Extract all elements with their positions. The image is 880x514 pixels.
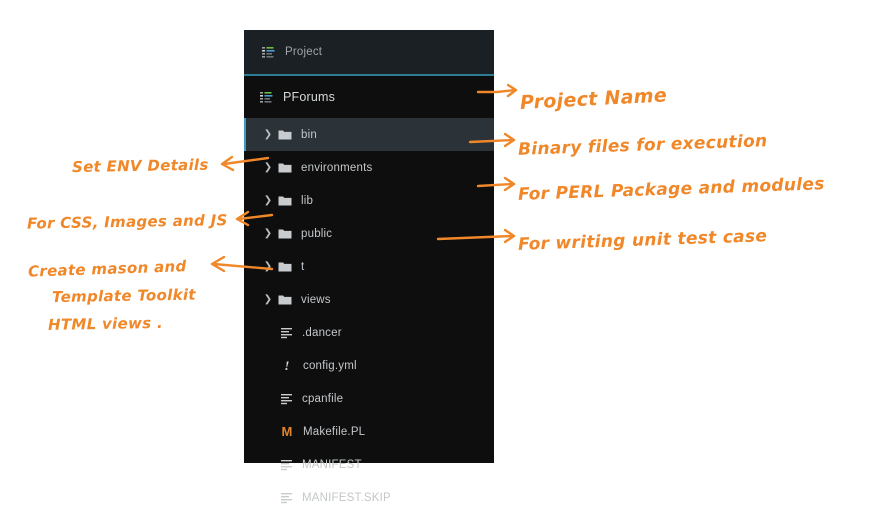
text-file-icon xyxy=(280,459,293,471)
project-file-tree: PForums ❯ bin ❯ environments ❯ lib ❯ pub… xyxy=(244,76,494,514)
tree-item-config-yml[interactable]: ! config.yml xyxy=(244,349,494,382)
tree-item-label: .dancer xyxy=(302,326,342,339)
tree-item-makefile-pl[interactable]: M Makefile.PL xyxy=(244,415,494,448)
project-tool-window: Project PForums ❯ bin ❯ environments ❯ l… xyxy=(244,30,494,504)
chevron-right-icon[interactable]: ❯ xyxy=(262,294,274,305)
project-tree-icon xyxy=(262,46,275,59)
tree-item-public[interactable]: ❯ public xyxy=(244,217,494,250)
annotation-lib: For PERL Package and modules xyxy=(517,174,825,205)
chevron-right-icon[interactable]: ❯ xyxy=(262,261,274,272)
folder-icon xyxy=(278,129,292,141)
tree-item-manifest-skip[interactable]: MANIFEST.SKIP xyxy=(244,481,494,514)
annotation-views-line1: Create mason and xyxy=(27,257,187,281)
text-file-icon xyxy=(280,327,293,339)
tree-item-lib[interactable]: ❯ lib xyxy=(244,184,494,217)
annotation-project-name: Project Name xyxy=(519,84,668,115)
folder-icon xyxy=(278,294,292,306)
chevron-right-icon[interactable]: ❯ xyxy=(262,129,274,140)
tree-item-label: public xyxy=(301,227,333,240)
annotation-views-line3: HTML views . xyxy=(47,313,164,334)
folder-icon xyxy=(278,228,292,240)
text-file-icon xyxy=(280,393,293,405)
tree-item-environments[interactable]: ❯ environments xyxy=(244,151,494,184)
annotation-environments: Set ENV Details xyxy=(71,155,209,177)
tree-root-pforums[interactable]: PForums xyxy=(244,76,494,118)
tree-root-label: PForums xyxy=(283,90,336,104)
folder-icon xyxy=(278,162,292,174)
tree-item-manifest[interactable]: MANIFEST xyxy=(244,448,494,481)
tree-item-cpanfile[interactable]: cpanfile xyxy=(244,382,494,415)
tree-item-views[interactable]: ❯ views xyxy=(244,283,494,316)
chevron-right-icon[interactable]: ❯ xyxy=(262,228,274,239)
chevron-right-icon[interactable]: ❯ xyxy=(262,195,274,206)
makefile-icon: M xyxy=(281,423,293,439)
tree-item-label: t xyxy=(301,260,305,273)
tree-item-label: environments xyxy=(301,161,373,174)
chevron-right-icon[interactable]: ❯ xyxy=(262,162,274,173)
annotation-public: For CSS, Images and JS xyxy=(26,211,228,233)
tree-item-label: MANIFEST xyxy=(302,458,362,471)
annotation-views-line2: Template Toolkit xyxy=(51,285,196,307)
project-panel-title: Project xyxy=(285,46,323,58)
project-tree-icon xyxy=(260,91,273,104)
tree-item-t[interactable]: ❯ t xyxy=(244,250,494,283)
tree-item-label: MANIFEST.SKIP xyxy=(302,491,391,504)
tree-item-bin[interactable]: ❯ bin xyxy=(244,118,494,151)
tree-item-label: cpanfile xyxy=(302,392,344,405)
exclamation-file-icon: ! xyxy=(284,357,290,373)
annotation-t: For writing unit test case xyxy=(517,226,768,255)
text-file-icon xyxy=(280,492,293,504)
tree-item-label: config.yml xyxy=(303,359,357,372)
tree-item-label: bin xyxy=(301,128,317,141)
folder-icon xyxy=(278,195,292,207)
tree-item-label: Makefile.PL xyxy=(303,425,366,438)
tree-item-label: lib xyxy=(301,194,314,207)
tree-item-dancer[interactable]: .dancer xyxy=(244,316,494,349)
tree-item-label: views xyxy=(301,293,331,306)
folder-icon xyxy=(278,261,292,273)
annotation-bin: Binary files for execution xyxy=(517,131,768,160)
project-panel-header[interactable]: Project xyxy=(244,30,494,74)
